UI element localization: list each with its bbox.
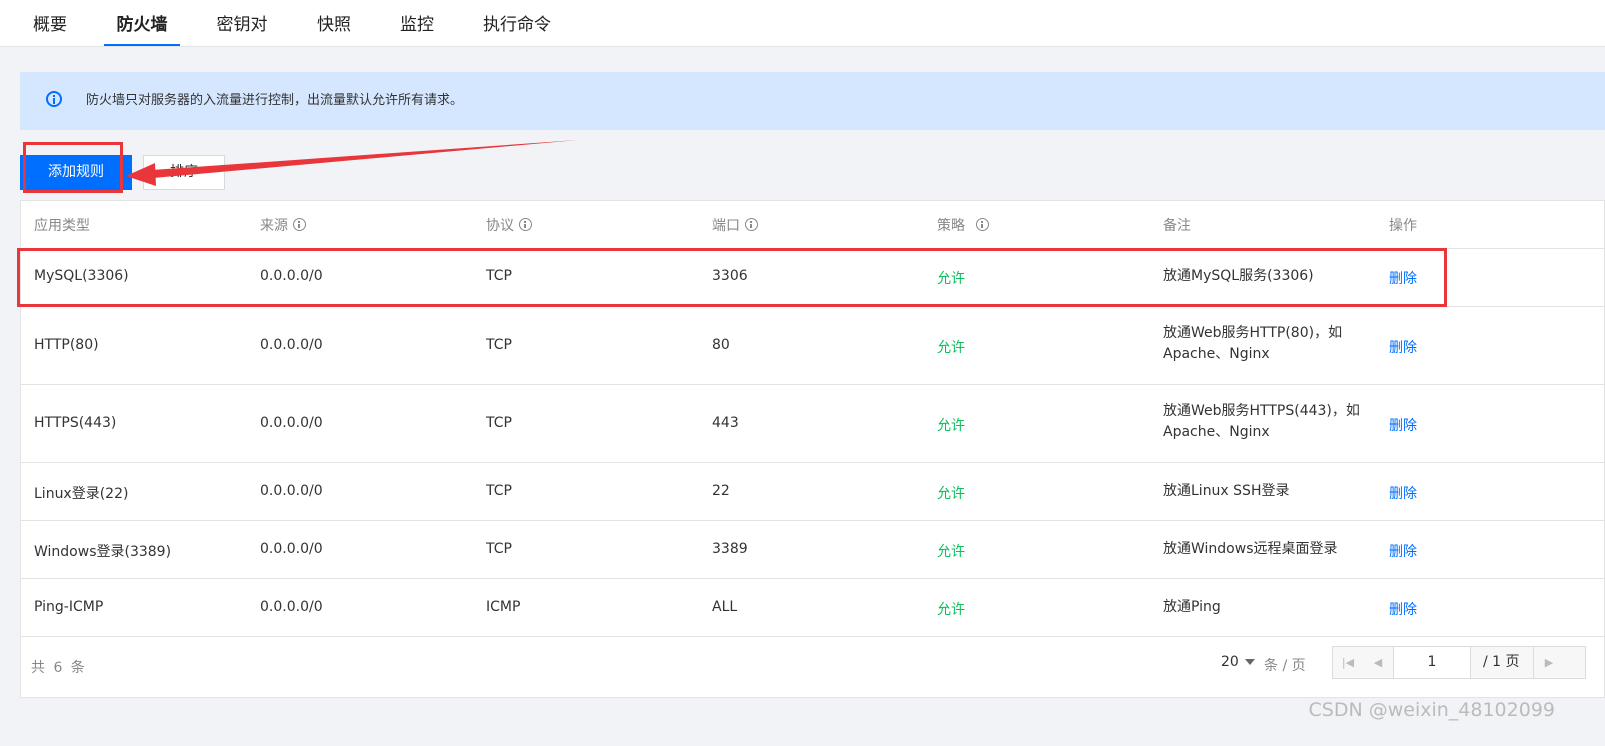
cell-source: 0.0.0.0/0 [260,337,323,353]
table-row: HTTP(80) 0.0.0.0/0 TCP 80 允许 放通Web服务HTTP… [21,307,1604,385]
per-page-label: 条 / 页 [1264,658,1306,674]
info-icon[interactable] [293,218,306,231]
cell-policy: 允许 [937,418,965,434]
delete-link[interactable]: 删除 [1389,599,1417,619]
cell-type: HTTP(80) [34,337,99,353]
cell-source: 0.0.0.0/0 [260,415,323,431]
cell-note: 放通Web服务HTTP(80)，如Apache、Nginx [1163,325,1343,362]
cell-source: 0.0.0.0/0 [260,483,323,499]
table-row: Windows登录(3389) 0.0.0.0/0 TCP 3389 允许 放通… [21,521,1604,579]
cell-source: 0.0.0.0/0 [260,599,323,615]
cell-source: 0.0.0.0/0 [260,541,323,557]
cell-policy: 允许 [937,271,965,287]
cell-note: 放通Web服务HTTPS(443)，如Apache、Nginx [1163,403,1360,440]
header-protocol: 协议 [486,215,532,235]
header-action: 操作 [1389,218,1417,234]
cell-port: 3306 [712,268,748,284]
delete-link[interactable]: 删除 [1389,483,1417,503]
cell-policy: 允许 [937,486,965,502]
table-row: Ping-ICMP 0.0.0.0/0 ICMP ALL 允许 放通Ping 删… [21,579,1604,637]
cell-protocol: TCP [486,541,512,557]
tab-keypair[interactable]: 密钥对 [215,0,269,46]
cell-protocol: TCP [486,337,512,353]
cell-protocol: TCP [486,268,512,284]
header-type: 应用类型 [34,218,90,234]
cell-protocol: TCP [486,415,512,431]
table-header: 应用类型 来源 协议 端口 策略 备注 操作 [21,201,1604,249]
cell-port: 3389 [712,541,748,557]
cell-port: 80 [712,337,730,353]
cell-policy: 允许 [937,340,965,356]
pagination: |◀ ◀ 1 / 1 页 ▶ [1332,646,1586,679]
cell-policy: 允许 [937,544,965,560]
first-page-icon[interactable]: |◀ [1333,647,1363,678]
table-row: MySQL(3306) 0.0.0.0/0 TCP 3306 允许 放通MySQ… [21,249,1604,307]
table-footer: 共 6 条 20 条 / 页 |◀ ◀ 1 / 1 页 ▶ [21,637,1604,697]
cell-note: 放通Windows远程桌面登录 [1163,541,1338,557]
info-icon[interactable] [519,218,532,231]
prev-page-icon[interactable]: ◀ [1363,647,1393,678]
table-row: Linux登录(22) 0.0.0.0/0 TCP 22 允许 放通Linux … [21,463,1604,521]
info-icon [46,91,62,107]
header-note: 备注 [1163,218,1191,234]
delete-link[interactable]: 删除 [1389,541,1417,561]
tab-firewall[interactable]: 防火墙 [104,0,180,46]
cell-policy: 允许 [937,602,965,618]
cell-type: Linux登录(22) [34,486,129,502]
cell-port: 22 [712,483,730,499]
watermark: CSDN @weixin_48102099 [1308,699,1556,721]
add-rule-button[interactable]: 添加规则 [20,155,132,190]
info-icon[interactable] [745,218,758,231]
cell-type: Ping-ICMP [34,599,104,615]
cell-type: Windows登录(3389) [34,544,172,560]
tab-snapshot[interactable]: 快照 [316,0,352,46]
cell-type: HTTPS(443) [34,415,117,431]
notice-text: 防火墙只对服务器的入流量进行控制，出流量默认允许所有请求。 [86,93,464,108]
tab-overview[interactable]: 概要 [32,0,68,46]
header-port: 端口 [712,215,758,235]
header-policy: 策略 [937,215,989,235]
cell-port: 443 [712,415,739,431]
cell-protocol: ICMP [486,599,521,615]
cell-note: 放通Linux SSH登录 [1163,483,1290,499]
page-size-select[interactable]: 20 [1221,654,1255,670]
tab-execute-command[interactable]: 执行命令 [482,0,552,46]
cell-port: ALL [712,599,738,615]
delete-link[interactable]: 删除 [1389,268,1417,288]
delete-link[interactable]: 删除 [1389,337,1417,357]
cell-type: MySQL(3306) [34,268,129,284]
tab-bar: 概要 防火墙 密钥对 快照 监控 执行命令 [0,0,1605,47]
delete-link[interactable]: 删除 [1389,415,1417,435]
total-pages: / 1 页 [1483,654,1520,670]
info-notice: 防火墙只对服务器的入流量进行控制，出流量默认允许所有请求。 [20,72,1605,130]
chevron-down-icon [1244,659,1255,665]
info-icon[interactable] [976,218,989,231]
table-row: HTTPS(443) 0.0.0.0/0 TCP 443 允许 放通Web服务H… [21,385,1604,463]
tab-monitor[interactable]: 监控 [399,0,435,46]
sort-button[interactable]: 排序 [143,155,225,190]
cell-note: 放通Ping [1163,599,1221,615]
cell-protocol: TCP [486,483,512,499]
next-page-icon[interactable]: ▶ [1533,647,1564,678]
cell-note: 放通MySQL服务(3306) [1163,268,1314,284]
total-count: 共 6 条 [31,660,87,676]
firewall-rules-table: 应用类型 来源 协议 端口 策略 备注 操作 MySQL(3306) 0.0.0… [20,200,1605,698]
cell-source: 0.0.0.0/0 [260,268,323,284]
header-source: 来源 [260,215,306,235]
page-number-input[interactable]: 1 [1393,647,1471,678]
